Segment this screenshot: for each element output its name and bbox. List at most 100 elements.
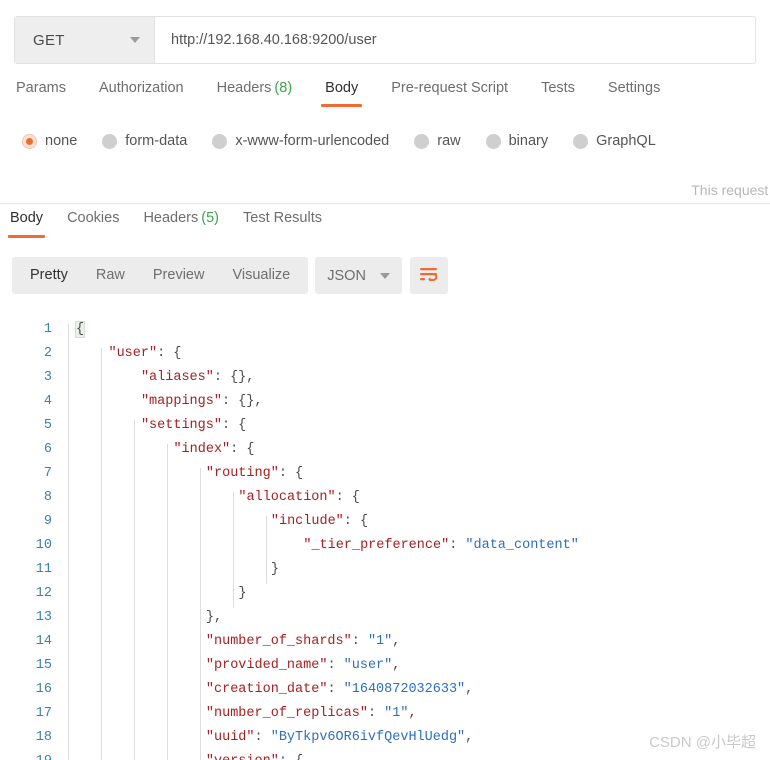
code-line: 15 "provided_name": "user", [0,654,770,678]
code-text: "version": { [206,750,303,760]
request-tab-body[interactable]: Body [321,80,363,107]
radio-icon [485,133,501,149]
response-tab-label: Body [10,210,44,226]
radio-icon [573,133,589,149]
line-number: 1 [43,322,52,337]
body-type-radio-graphql[interactable]: GraphQL [573,133,656,149]
response-tab-bar: Body Cookies Headers (5) Test Results [0,210,770,246]
view-mode-visualize[interactable]: Visualize [218,257,304,294]
response-tab-label: Test Results [243,210,322,226]
code-text: "_tier_preference": "data_content" [303,534,578,558]
code-text: } [271,558,279,582]
body-type-radio-form-data[interactable]: form-data [102,133,187,149]
body-type-label: none [45,133,78,149]
json-punctuation: : [367,706,385,721]
code-text: "creation_date": "1640872032633", [206,678,473,702]
json-key: "provided_name" [205,658,328,673]
line-number: 13 [35,610,52,625]
line-number: 7 [43,466,52,481]
request-tab-label: Body [325,80,359,96]
response-tab-cookies[interactable]: Cookies [67,210,119,238]
code-line: 5 "settings": { [0,414,770,438]
line-number: 4 [43,394,52,409]
code-line: 2 "user": { [0,342,770,366]
request-tab-settings[interactable]: Settings [608,80,660,107]
request-tab-tests[interactable]: Tests [541,80,575,107]
code-text: "number_of_shards": "1", [206,630,400,654]
body-type-radio-x-www-form-urlencoded[interactable]: x-www-form-urlencoded [212,133,389,149]
code-text: "settings": { [141,414,246,438]
view-mode-raw[interactable]: Raw [82,257,139,294]
chevron-down-icon [130,37,140,43]
json-key: "number_of_shards" [205,634,352,649]
code-lines: 1{2 "user": {3 "aliases": {}, 4 "mappings": … [0,318,770,760]
json-punctuation: : { [343,514,369,529]
section-divider [0,203,770,204]
json-string: "1" [367,634,393,649]
request-tab-pre-request-script[interactable]: Pre-request Script [391,80,508,107]
json-key: "creation_date" [205,682,328,697]
code-text: "uuid": "ByTkpv6OR6ivfQevHlUedg", [206,726,473,750]
json-key: "number_of_replicas" [205,706,368,721]
view-mode-group: Pretty Raw Preview Visualize [12,257,309,294]
json-punctuation: { [74,321,86,338]
json-key: "user" [108,346,158,361]
code-line: 13}, [0,606,770,630]
line-number: 2 [43,346,52,361]
code-text: } [238,582,246,606]
json-punctuation: : { [157,346,182,361]
json-key: "index" [173,442,231,457]
json-string: "user" [343,658,393,673]
response-tab-headers[interactable]: Headers (5) [143,210,219,238]
request-tab-params[interactable]: Params [16,80,66,107]
json-punctuation: : [351,634,368,649]
line-number: 5 [43,418,52,433]
response-tab-test-results[interactable]: Test Results [243,210,322,238]
json-punctuation: , [408,706,417,721]
response-body-code-editor[interactable]: 1{2 "user": {3 "aliases": {}, 4 "mappings": … [0,318,770,760]
code-text: { [74,318,86,342]
code-line: 16 "creation_date": "1640872032633", [0,678,770,702]
line-number: 9 [43,514,52,529]
code-line: 17 "number_of_replicas": "1", [0,702,770,726]
line-number: 14 [35,634,52,649]
request-tab-authorization[interactable]: Authorization [99,80,184,107]
request-tab-bar: Params Authorization Headers (8) Body Pre-req… [0,80,770,117]
json-key: "aliases" [140,370,214,385]
line-number: 18 [35,730,52,745]
response-format-select[interactable]: JSON [315,257,402,294]
response-tab-body[interactable]: Body [7,210,46,238]
response-tab-label: Cookies [67,210,120,226]
json-string: "data_content" [465,538,579,553]
json-string: "ByTkpv6OR6ivfQevHlUedg" [270,730,466,745]
line-number: 17 [35,706,52,721]
body-type-label: x-www-form-urlencoded [235,133,390,149]
json-punctuation: } [238,586,247,601]
http-method-select[interactable]: GET [15,17,155,63]
http-method-label: GET [33,31,65,49]
view-mode-preview[interactable]: Preview [139,257,219,294]
code-text: "user": { [108,342,181,366]
view-mode-pretty[interactable]: Pretty [16,257,82,294]
request-body-note: This request does no [0,176,770,203]
line-number: 11 [35,562,52,577]
code-line: 14 "number_of_shards": "1", [0,630,770,654]
line-number: 8 [43,490,52,505]
body-type-radio-raw[interactable]: raw [414,133,461,149]
json-key: "version" [206,754,279,760]
code-text: "index": { [173,438,254,462]
body-type-radio-none[interactable]: none [22,133,77,149]
json-punctuation: , [465,730,474,745]
json-punctuation: : {}, [221,394,263,409]
url-input[interactable]: http://192.168.40.168:9200/user [155,17,755,63]
json-punctuation: : { [335,490,360,505]
json-punctuation: : { [221,418,247,433]
request-tab-headers[interactable]: Headers (8) [217,80,293,107]
body-type-radio-binary[interactable]: binary [485,133,548,149]
word-wrap-button[interactable] [409,257,448,294]
json-punctuation: }, [205,610,223,625]
response-format-label: JSON [327,267,366,284]
json-punctuation: } [270,562,279,577]
json-key: "mappings" [140,394,222,409]
radio-icon [414,133,430,149]
